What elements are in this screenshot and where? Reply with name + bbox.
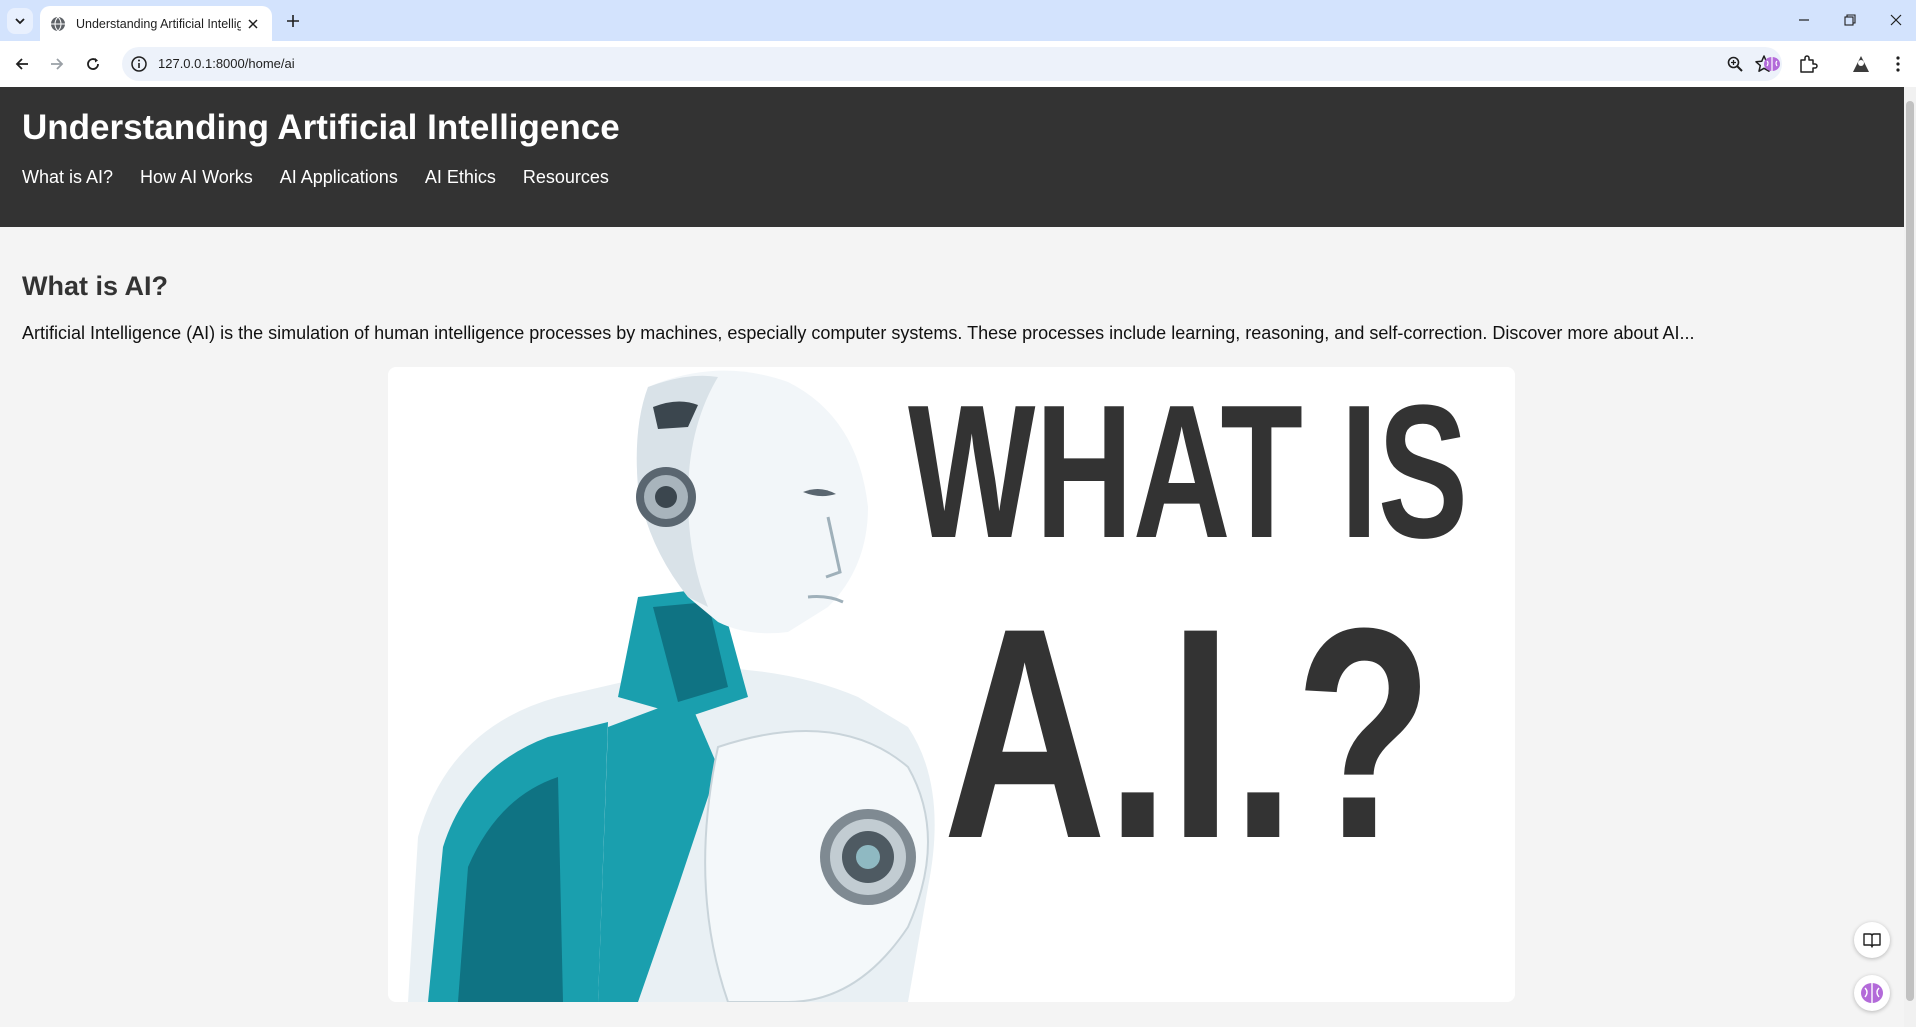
back-button[interactable] <box>8 50 36 78</box>
menu-button[interactable] <box>1886 52 1910 76</box>
site-header: Understanding Artificial Intelligence Wh… <box>0 87 1904 227</box>
tab-title: Understanding Artificial Intelligence <box>76 16 241 31</box>
browser-toolbar: 127.0.0.1:8000/home/ai <box>0 41 1916 87</box>
kebab-menu-icon <box>1896 56 1900 72</box>
reload-icon <box>87 58 99 70</box>
reading-mode-button[interactable] <box>1854 922 1890 958</box>
nav-link-what-is-ai[interactable]: What is AI? <box>22 167 113 188</box>
browser-tab[interactable]: Understanding Artificial Intelligence <box>40 6 272 41</box>
tab-search-button[interactable] <box>7 8 33 34</box>
site-nav: What is AI? How AI Works AI Applications… <box>22 167 609 188</box>
brain-assistant-button[interactable] <box>1854 975 1890 1011</box>
close-icon <box>1890 14 1902 26</box>
puzzle-icon <box>1800 55 1818 73</box>
close-window-button[interactable] <box>1878 8 1914 32</box>
book-icon <box>1863 933 1881 948</box>
nav-link-how-ai-works[interactable]: How AI Works <box>140 167 253 188</box>
minimize-icon <box>1799 19 1809 21</box>
page-scrollbar[interactable] <box>1904 87 1916 1027</box>
brain-icon <box>1861 983 1883 1003</box>
restore-icon <box>1844 14 1856 26</box>
brain-extension-button[interactable] <box>1760 52 1784 76</box>
url-text[interactable]: 127.0.0.1:8000/home/ai <box>158 56 295 71</box>
page-viewport: Understanding Artificial Intelligence Wh… <box>0 87 1916 1027</box>
hero-image: WHAT IS A.I.? <box>388 367 1515 1002</box>
reload-button[interactable] <box>79 50 107 78</box>
hero-caption-line1: WHAT IS <box>908 367 1468 578</box>
scrollbar-thumb[interactable] <box>1906 101 1914 1001</box>
forward-button[interactable] <box>43 50 71 78</box>
chevron-down-icon <box>15 18 25 25</box>
arrow-left-icon <box>15 58 28 70</box>
extensions-button[interactable] <box>1796 52 1820 76</box>
nav-link-ai-ethics[interactable]: AI Ethics <box>425 167 496 188</box>
new-tab-button[interactable] <box>282 10 304 32</box>
zoom-icon[interactable] <box>1726 55 1744 73</box>
restore-button[interactable] <box>1832 8 1868 32</box>
brain-icon <box>1764 57 1780 71</box>
info-icon[interactable] <box>130 55 148 73</box>
arrow-right-icon <box>51 58 64 70</box>
section-heading: What is AI? <box>22 271 168 301</box>
minimize-button[interactable] <box>1786 8 1822 32</box>
site-title: Understanding Artificial Intelligence <box>22 108 620 147</box>
profile-icon <box>1853 56 1869 72</box>
robot-illustration: WHAT IS A.I.? <box>408 367 1468 1002</box>
globe-icon <box>51 16 65 31</box>
profile-button[interactable] <box>1849 52 1873 76</box>
hero-caption-line2: A.I.? <box>943 565 1433 901</box>
tab-strip: Understanding Artificial Intelligence <box>0 0 1916 41</box>
close-icon[interactable] <box>244 15 262 33</box>
plus-icon <box>287 15 299 27</box>
nav-link-ai-applications[interactable]: AI Applications <box>280 167 398 188</box>
nav-link-resources[interactable]: Resources <box>523 167 609 188</box>
address-bar[interactable]: 127.0.0.1:8000/home/ai <box>122 47 1782 81</box>
section-paragraph: Artificial Intelligence (AI) is the simu… <box>22 323 1695 343</box>
